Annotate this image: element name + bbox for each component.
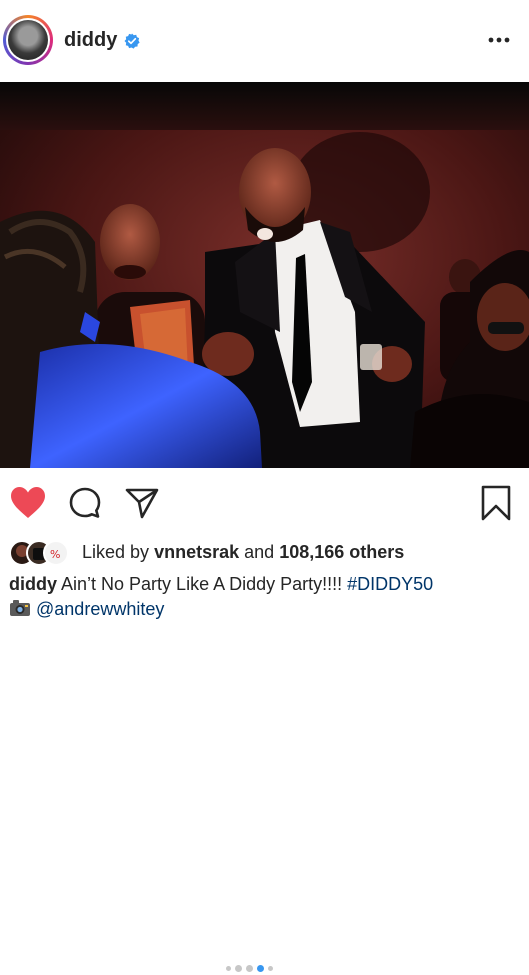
comment-bubble-icon[interactable]	[68, 486, 102, 520]
post-photo[interactable]	[0, 82, 529, 468]
avatar-image	[8, 20, 48, 60]
avatar[interactable]	[6, 18, 50, 62]
post-header: diddy	[0, 0, 529, 82]
bookmark-icon[interactable]	[481, 485, 511, 521]
carousel-dot	[268, 966, 273, 971]
caption-username[interactable]: diddy	[9, 574, 57, 594]
more-dots-icon[interactable]	[486, 30, 512, 50]
camera-emoji-icon	[10, 600, 30, 616]
photo-credit: @andrewwhitey	[9, 599, 164, 620]
likes-count[interactable]: 108,166 others	[279, 542, 404, 562]
likes-row: % Liked by vnnetsrak and 108,166 others	[0, 538, 529, 568]
paper-plane-icon[interactable]	[125, 486, 159, 520]
story-ring[interactable]	[3, 15, 53, 65]
likes-summary[interactable]: Liked by vnnetsrak and 108,166 others	[82, 542, 404, 563]
heart-filled-icon[interactable]	[10, 486, 46, 520]
carousel-dots	[226, 965, 273, 975]
caption-text: Ain’t No Party Like A Diddy Party!!!!	[61, 574, 343, 594]
carousel-dot	[226, 966, 231, 971]
svg-text:%: %	[50, 548, 60, 561]
likes-and: and	[244, 542, 275, 562]
verified-badge-icon	[124, 33, 140, 49]
action-bar	[0, 468, 529, 972]
carousel-dot	[235, 965, 242, 972]
first-liker[interactable]: vnnetsrak	[154, 542, 239, 562]
caption: diddy Ain’t No Party Like A Diddy Party!…	[9, 574, 433, 595]
carousel-dot-active	[257, 965, 264, 972]
credit-mention[interactable]: @andrewwhitey	[36, 599, 164, 619]
username[interactable]: diddy	[64, 29, 117, 52]
caption-hashtag[interactable]: #DIDDY50	[347, 574, 433, 594]
liker-avatars[interactable]: %	[9, 540, 73, 566]
carousel-dot	[246, 965, 253, 972]
likes-prefix: Liked by	[82, 542, 150, 562]
party-photo-illustration	[0, 82, 529, 468]
